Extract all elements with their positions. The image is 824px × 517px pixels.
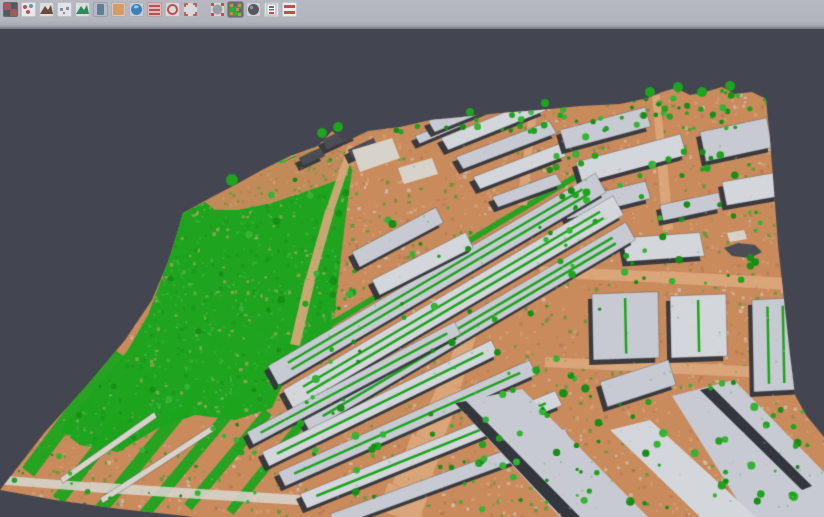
flag-icon[interactable] (282, 2, 297, 17)
layers-icon[interactable] (147, 2, 162, 17)
main-toolbar (0, 0, 824, 29)
profile-icon[interactable] (93, 2, 108, 17)
shaded-sphere-icon[interactable] (246, 2, 261, 17)
globe-icon[interactable] (129, 2, 144, 17)
viewport-3d[interactable] (0, 0, 824, 517)
classification-display-icon[interactable] (228, 2, 243, 17)
snapshot-icon[interactable] (264, 2, 279, 17)
orthophoto-icon[interactable] (111, 2, 126, 17)
toolbar-separator (198, 2, 207, 17)
selection-bounds-icon[interactable] (183, 2, 198, 17)
sparse-points-icon[interactable] (57, 2, 72, 17)
ring-tool-icon[interactable] (165, 2, 180, 17)
app-window (0, 0, 824, 517)
render-sphere-icon[interactable] (210, 2, 225, 17)
scatter-points-icon[interactable] (21, 2, 36, 17)
point-cloud-icon[interactable] (3, 2, 18, 17)
terrain-model-icon[interactable] (39, 2, 54, 17)
dem-icon[interactable] (75, 2, 90, 17)
